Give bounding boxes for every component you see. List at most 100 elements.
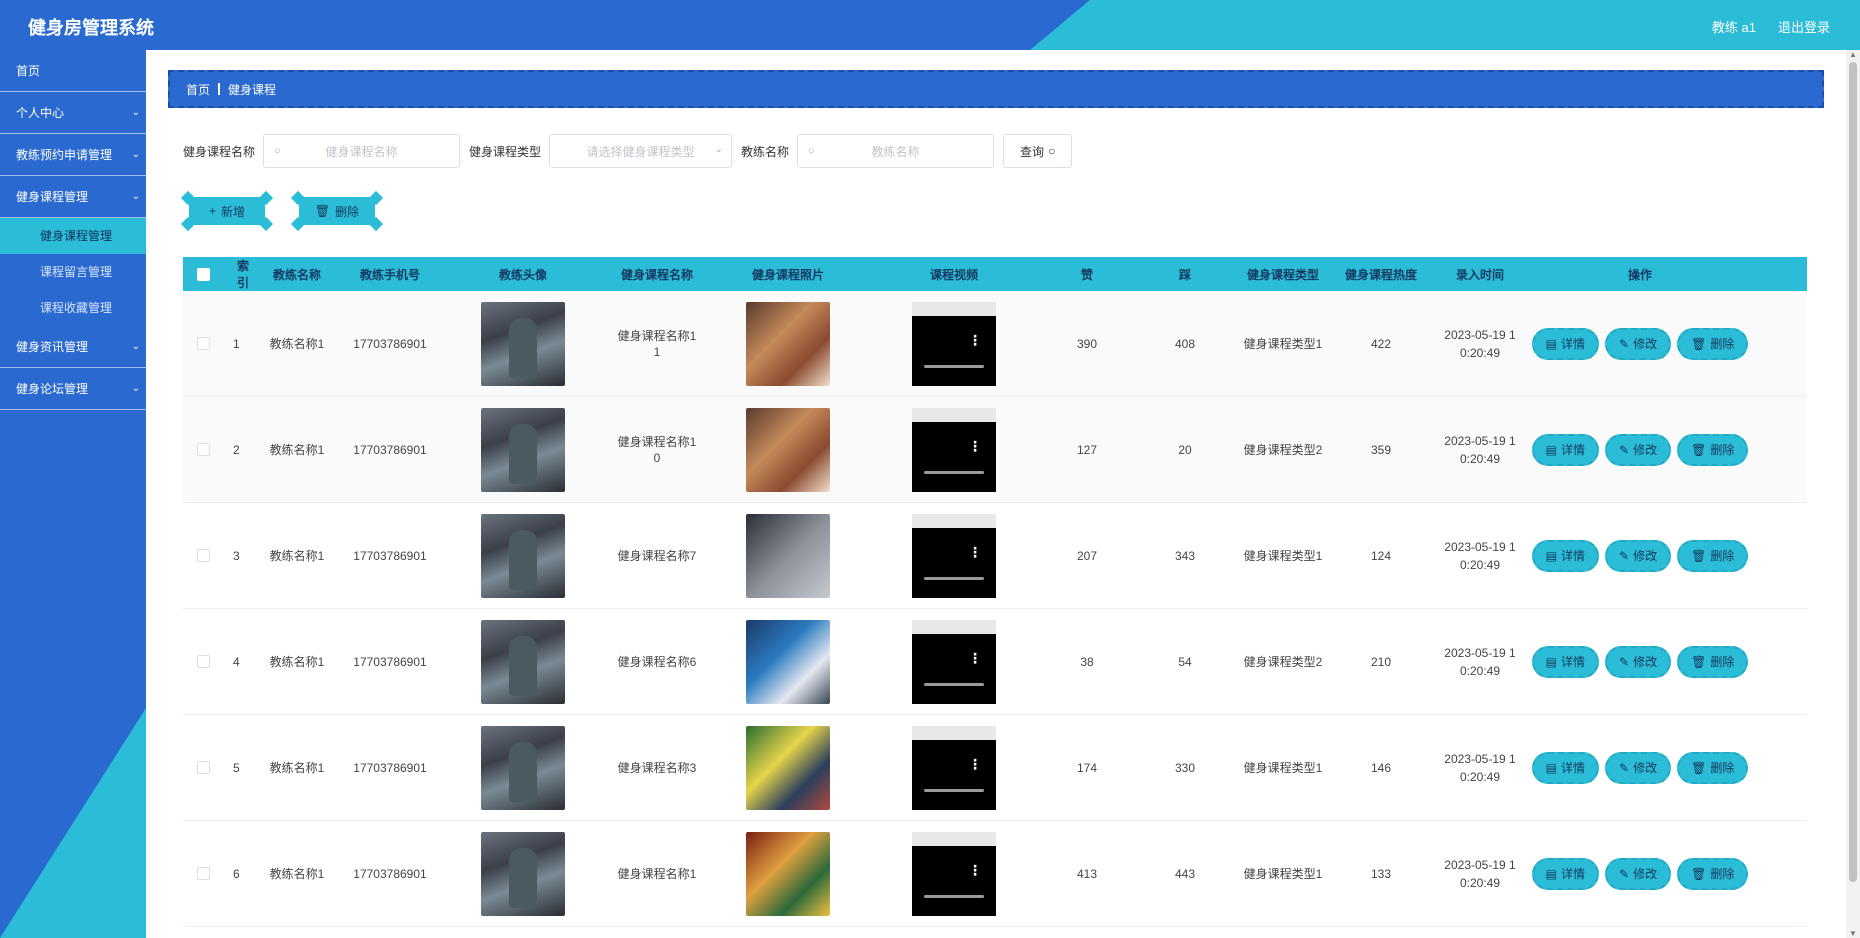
entry-time-cell: 2023-05-19 1 0:20:49 <box>1431 856 1529 892</box>
course-name-line1: 健身课程名称1 <box>617 866 697 881</box>
breadcrumb-current: 健身课程 <box>228 82 277 97</box>
sidebar-subitem[interactable]: 健身课程管理 <box>0 218 146 254</box>
sidebar-item[interactable]: 健身课程管理 ⌄ <box>0 176 146 218</box>
scroll-down-icon[interactable]: ▼ <box>1849 929 1857 938</box>
course-table: 索引 教练名称 教练手机号 教练头像 健身课程名称 健身课程照片 课程视频赞踩健身课程类型健… <box>183 257 1807 927</box>
trash-icon: 🗑 <box>1691 866 1707 881</box>
row-checkbox[interactable] <box>196 443 210 456</box>
coach-avatar-image[interactable] <box>481 513 565 598</box>
course-photo-cell <box>707 831 869 916</box>
video-progress-bar[interactable] <box>924 470 984 474</box>
video-player[interactable]: ⋮ <box>912 831 996 916</box>
like-count: 390 <box>1076 336 1098 351</box>
entry-time-line1: 2023-05-19 1 <box>1444 645 1516 660</box>
delete-button[interactable]: 🗑 删除 <box>1677 327 1749 360</box>
more-options-icon[interactable]: ⋮ <box>968 438 982 455</box>
more-options-icon[interactable]: ⋮ <box>968 756 982 773</box>
coach-avatar-image[interactable] <box>481 831 565 916</box>
video-progress-bar[interactable] <box>924 788 984 792</box>
delete-button[interactable]: 🗑 删除 <box>1677 645 1749 678</box>
course-photo-image[interactable] <box>746 407 830 492</box>
select-all-checkbox[interactable] <box>196 267 210 281</box>
document-icon: ▤ <box>1545 548 1557 563</box>
logout-link[interactable]: 退出登录 <box>1778 17 1830 36</box>
more-options-icon[interactable]: ⋮ <box>968 862 982 879</box>
video-progress-bar[interactable] <box>924 364 984 368</box>
delete-button[interactable]: 🗑 删除 <box>1677 751 1749 784</box>
row-checkbox[interactable] <box>196 337 210 350</box>
edit-button[interactable]: ✎ 修改 <box>1605 539 1672 572</box>
edit-button[interactable]: ✎ 修改 <box>1605 645 1672 678</box>
delete-button[interactable]: 🗑 删除 <box>1677 433 1749 466</box>
course-photo-image[interactable] <box>746 831 830 916</box>
course-photo-image[interactable] <box>746 619 830 704</box>
detail-button[interactable]: ▤ 详情 <box>1531 857 1600 890</box>
row-index: 1 <box>233 336 240 351</box>
edit-button[interactable]: ✎ 修改 <box>1605 751 1672 784</box>
more-options-icon[interactable]: ⋮ <box>968 332 982 349</box>
detail-button[interactable]: ▤ 详情 <box>1531 751 1600 784</box>
sidebar-item[interactable]: 教练预约申请管理 ⌄ <box>0 134 146 176</box>
video-player[interactable]: ⋮ <box>912 619 996 704</box>
query-button[interactable]: 查询 ○ <box>1003 134 1073 168</box>
column-header: 教练头像 <box>498 267 547 282</box>
document-icon: ▤ <box>1545 442 1557 457</box>
course-type: 健身课程类型1 <box>1243 761 1323 775</box>
course-name-line2: 0 <box>653 450 661 465</box>
sidebar-subitem[interactable]: 课程留言管理 <box>0 254 146 290</box>
course-photo-image[interactable] <box>746 725 830 810</box>
row-checkbox[interactable] <box>196 549 210 562</box>
row-checkbox[interactable] <box>196 867 210 880</box>
sidebar-item[interactable]: 健身资讯管理 ⌄ <box>0 326 146 368</box>
sidebar-subitem[interactable]: 课程收藏管理 <box>0 290 146 326</box>
document-icon: ▤ <box>1545 866 1557 881</box>
coach-avatar-image[interactable] <box>481 301 565 386</box>
row-checkbox[interactable] <box>196 761 210 774</box>
course-type-select[interactable]: 请选择健身课程类型 ⌄ <box>549 134 733 168</box>
like-count: 174 <box>1076 760 1098 775</box>
detail-button[interactable]: ▤ 详情 <box>1531 539 1600 572</box>
scrollbar-thumb[interactable] <box>1849 62 1857 882</box>
course-photo-image[interactable] <box>746 301 830 386</box>
video-player[interactable]: ⋮ <box>912 725 996 810</box>
edit-button[interactable]: ✎ 修改 <box>1605 433 1672 466</box>
detail-button[interactable]: ▤ 详情 <box>1531 433 1600 466</box>
delete-button[interactable]: 🗑 删除 <box>1677 857 1749 890</box>
detail-button[interactable]: ▤ 详情 <box>1531 645 1600 678</box>
coach-avatar-image[interactable] <box>481 619 565 704</box>
add-button[interactable]: + 新增 <box>180 190 274 232</box>
sidebar-item[interactable]: 个人中心 ⌄ <box>0 92 146 134</box>
course-name-cell: 健身课程名称1 <box>607 866 707 882</box>
edit-button[interactable]: ✎ 修改 <box>1605 327 1672 360</box>
more-options-icon[interactable]: ⋮ <box>968 544 982 561</box>
course-name-input[interactable]: ○ 健身课程名称 <box>263 134 461 168</box>
video-progress-bar[interactable] <box>924 682 984 686</box>
current-user: 教练 a1 <box>1711 20 1756 35</box>
dislike-count: 343 <box>1174 548 1196 563</box>
coach-name-input[interactable]: ○ 教练名称 <box>797 134 995 168</box>
delete-button[interactable]: 🗑 删除 <box>1677 539 1749 572</box>
course-photo-image[interactable] <box>746 513 830 598</box>
batch-delete-button[interactable]: 🗑 删除 <box>290 190 384 232</box>
edit-button[interactable]: ✎ 修改 <box>1605 857 1672 890</box>
page-scrollbar[interactable]: ▲ ▼ <box>1846 50 1860 938</box>
row-checkbox[interactable] <box>196 655 210 668</box>
scroll-up-icon[interactable]: ▲ <box>1849 50 1857 59</box>
video-progress-bar[interactable] <box>924 576 984 580</box>
row-checkbox-cell <box>183 867 223 880</box>
breadcrumb-home[interactable]: 首页 <box>186 81 210 98</box>
more-options-icon[interactable]: ⋮ <box>968 650 982 667</box>
video-player[interactable]: ⋮ <box>912 301 996 386</box>
video-progress-bar[interactable] <box>924 894 984 898</box>
video-player[interactable]: ⋮ <box>912 407 996 492</box>
row-checkbox-cell <box>183 761 223 774</box>
coach-avatar-image[interactable] <box>481 407 565 492</box>
sidebar-item[interactable]: 健身论坛管理 ⌄ <box>0 368 146 410</box>
course-heat: 146 <box>1370 760 1392 775</box>
entry-time-line2: 0:20:49 <box>1459 663 1501 678</box>
detail-button[interactable]: ▤ 详情 <box>1531 327 1600 360</box>
video-player[interactable]: ⋮ <box>912 513 996 598</box>
table-row: 5 教练名称1 17703786901 健身课程名称3 ⋮ 174 330 健身… <box>183 715 1807 821</box>
sidebar-item[interactable]: 首页 <box>0 50 146 92</box>
coach-avatar-image[interactable] <box>481 725 565 810</box>
